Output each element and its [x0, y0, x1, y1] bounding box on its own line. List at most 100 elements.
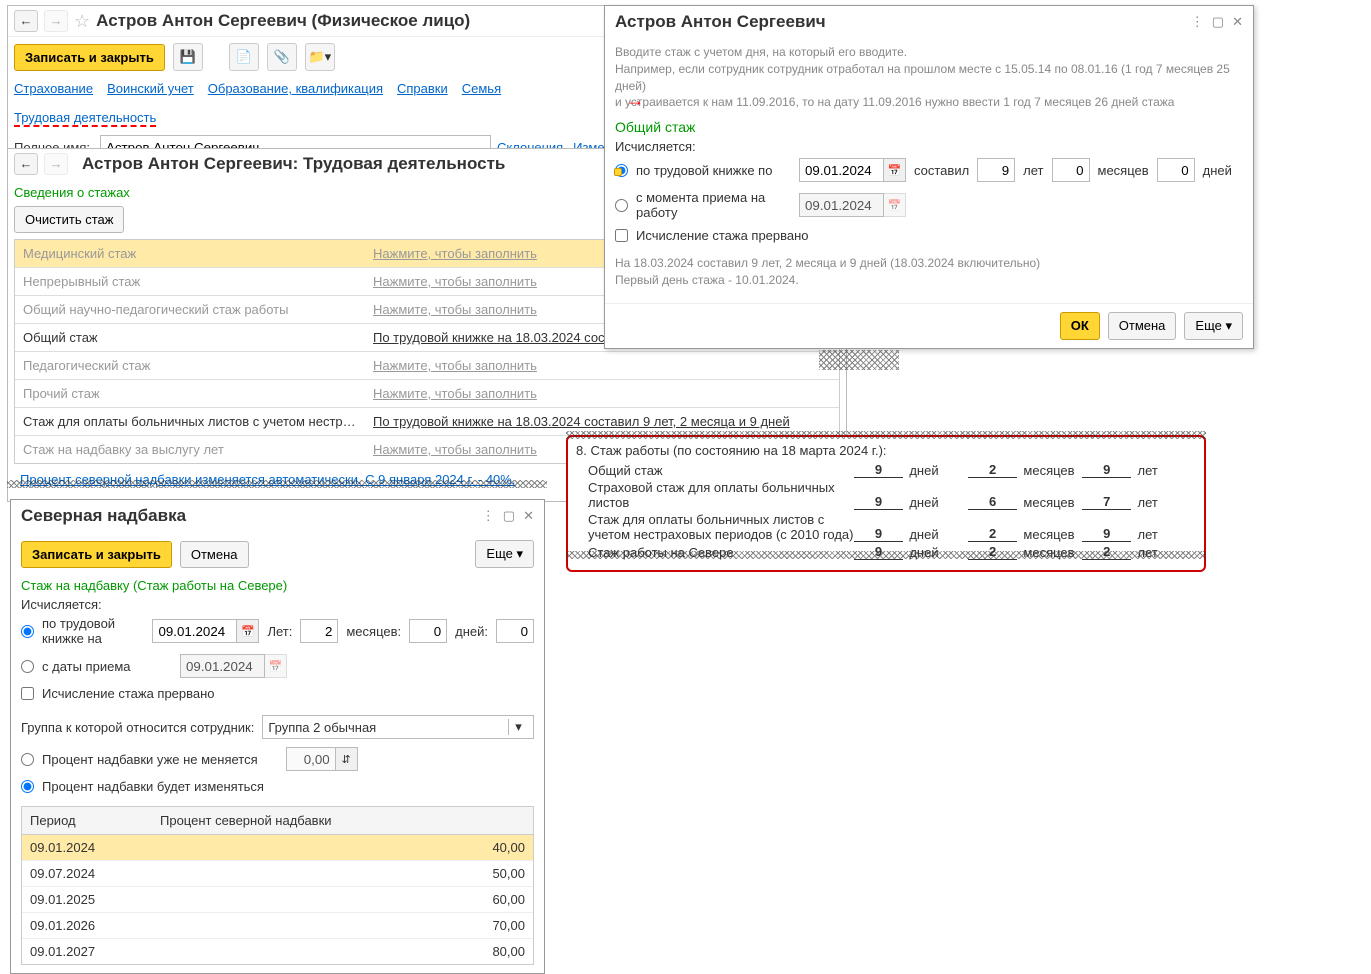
summary-years: 7: [1082, 494, 1132, 510]
north-radio3-label: Процент надбавки уже не меняется: [42, 752, 258, 767]
summary-months: 2: [968, 526, 1018, 542]
north-table-row[interactable]: 09.01.202440,00: [22, 835, 533, 861]
north-close-icon[interactable]: ✕: [523, 508, 534, 524]
nav-back-button[interactable]: ←: [14, 10, 38, 32]
summary-label: Общий стаж: [576, 463, 854, 478]
nav-forward-button[interactable]: →: [44, 10, 68, 32]
north-radio-changing[interactable]: [21, 780, 34, 793]
north-title: Северная надбавка: [21, 506, 186, 526]
stazh-ok-button[interactable]: ОК: [1060, 312, 1100, 340]
folder-button[interactable]: 📁▾: [305, 43, 335, 71]
stazh-maximize-icon[interactable]: ▢: [1212, 14, 1224, 30]
north-radio-fromhire[interactable]: [21, 660, 34, 673]
north-table-row[interactable]: 09.01.202560,00: [22, 887, 533, 913]
north-radio1-row: по трудовой книжке на 📅 Лет: месяцев: дн…: [21, 612, 534, 650]
activity-back-button[interactable]: ←: [14, 153, 38, 175]
clear-stazh-button[interactable]: Очистить стаж: [14, 206, 124, 233]
north-date2-input[interactable]: [180, 654, 265, 678]
north-table-hdr1: Период: [22, 807, 152, 834]
north-months-input[interactable]: [409, 619, 447, 643]
north-row-pct: 60,00: [152, 887, 533, 912]
north-maximize-icon[interactable]: ▢: [503, 508, 515, 524]
calendar-icon[interactable]: 📅: [884, 158, 906, 182]
north-group-select[interactable]: Группа 2 обычная ▾: [262, 715, 534, 739]
tab-education[interactable]: Образование, квалификация: [208, 81, 383, 96]
calendar-icon[interactable]: 📅: [237, 619, 259, 643]
stazh-checkbox-row: Исчисление стажа прервано: [615, 224, 1243, 247]
summary-row: Страховой стаж для оплаты больничных лис…: [576, 480, 1196, 510]
summary-heading: 8. Стаж работы (по состоянию на 18 марта…: [576, 443, 1196, 458]
north-pct-fixed-input[interactable]: [286, 747, 336, 771]
north-radio4-row: Процент надбавки будет изменяться: [21, 775, 534, 798]
calendar-icon[interactable]: 📅: [884, 193, 906, 217]
stazh-cancel-button[interactable]: Отмена: [1108, 312, 1177, 340]
stazh-close-icon[interactable]: ✕: [1232, 14, 1243, 30]
north-days-input[interactable]: [496, 619, 534, 643]
attach-button[interactable]: 📎: [267, 43, 297, 71]
north-interrupted-checkbox[interactable]: [21, 687, 34, 700]
stepper-icon[interactable]: ⇵: [336, 747, 358, 771]
north-cancel-button[interactable]: Отмена: [180, 541, 249, 568]
chevron-down-icon[interactable]: ▾: [508, 719, 528, 735]
north-dialog: Северная надбавка ⋮ ▢ ✕ Записать и закры…: [10, 499, 545, 974]
stazh-radio-fromhire[interactable]: [615, 199, 628, 212]
stazh-hint: Вводите стаж с учетом дня, на который ег…: [615, 44, 1243, 111]
stazh-more-icon[interactable]: ⋮: [1191, 14, 1204, 30]
main-toolbar: Записать и закрыть 💾 📄 📎 📁▾: [8, 37, 631, 77]
stazh-row-label: Стаж на надбавку за выслугу лет: [15, 436, 365, 463]
stazh-interrupted-checkbox[interactable]: [615, 229, 628, 242]
stazh-months-input[interactable]: [1052, 158, 1090, 182]
stazh-dialog-title-text: Астров Антон Сергеевич: [615, 12, 826, 32]
north-more-button[interactable]: Еще ▾: [475, 540, 534, 568]
summary-months: 6: [968, 494, 1018, 510]
activity-forward-button[interactable]: →: [44, 153, 68, 175]
tab-family[interactable]: Семья: [462, 81, 501, 96]
main-tabs: Страхование Воинский учет Образование, к…: [8, 77, 631, 131]
north-table-row[interactable]: 09.01.202670,00: [22, 913, 533, 939]
north-row-period: 09.01.2024: [22, 835, 152, 860]
north-date1-input[interactable]: [152, 619, 237, 643]
stazh-row-value[interactable]: Нажмите, чтобы заполнить: [365, 380, 839, 407]
north-radio-fixed[interactable]: [21, 753, 34, 766]
tab-military[interactable]: Воинский учет: [107, 81, 194, 96]
north-more-icon[interactable]: ⋮: [482, 508, 495, 524]
favorite-icon[interactable]: ☆: [74, 11, 90, 32]
north-table-hdr2: Процент северной надбавки: [152, 807, 533, 834]
stazh-row-label: Стаж для оплаты больничных листов с учет…: [15, 408, 365, 435]
tab-insurance[interactable]: Страхование: [14, 81, 93, 96]
north-years-input[interactable]: [300, 619, 338, 643]
save-close-button[interactable]: Записать и закрыть: [14, 44, 165, 71]
north-checkbox-label: Исчисление стажа прервано: [42, 686, 215, 701]
summary-years: 9: [1082, 526, 1132, 542]
north-titlebar: Северная надбавка ⋮ ▢ ✕: [11, 500, 544, 532]
tab-work-activity[interactable]: Трудовая деятельность: [14, 110, 156, 127]
north-calc-label: Исчисляется:: [21, 597, 534, 612]
stazh-years-input[interactable]: [977, 158, 1015, 182]
squiggle-decoration: [566, 551, 1206, 559]
north-row-period: 09.01.2025: [22, 887, 152, 912]
stazh-row[interactable]: Педагогический стажНажмите, чтобы заполн…: [15, 352, 839, 380]
note-button[interactable]: 📄: [229, 43, 259, 71]
stazh-row[interactable]: Прочий стажНажмите, чтобы заполнить: [15, 380, 839, 408]
stazh-row-label: Непрерывный стаж: [15, 268, 365, 295]
north-row-pct: 50,00: [152, 861, 533, 886]
activity-title: Астров Антон Сергеевич: Трудовая деятель…: [82, 154, 505, 174]
stazh-radio1-row: по трудовой книжке по 📅 составил лет мес…: [615, 154, 1243, 186]
north-row-pct: 70,00: [152, 913, 533, 938]
save-button[interactable]: 💾: [173, 43, 203, 71]
stazh-more-button[interactable]: Еще ▾: [1184, 312, 1243, 340]
north-save-close-button[interactable]: Записать и закрыть: [21, 541, 172, 568]
stazh-days-input[interactable]: [1157, 158, 1195, 182]
north-radio-bybook[interactable]: [21, 625, 34, 638]
calendar-icon[interactable]: 📅: [265, 654, 287, 678]
stazh-radio2-row: с момента приема на работу 📅: [615, 186, 1243, 224]
north-table-row[interactable]: 09.01.202780,00: [22, 939, 533, 964]
tab-reports[interactable]: Справки: [397, 81, 448, 96]
north-table-row[interactable]: 09.07.202450,00: [22, 861, 533, 887]
summary-days: 9: [854, 526, 904, 542]
stazh-date1-input[interactable]: [799, 158, 884, 182]
stazh-date2-input[interactable]: [799, 193, 884, 217]
north-radio2-row: с даты приема 📅: [21, 650, 534, 682]
stazh-row-value[interactable]: Нажмите, чтобы заполнить: [365, 352, 839, 379]
summary-label: Страховой стаж для оплаты больничных лис…: [576, 480, 854, 510]
